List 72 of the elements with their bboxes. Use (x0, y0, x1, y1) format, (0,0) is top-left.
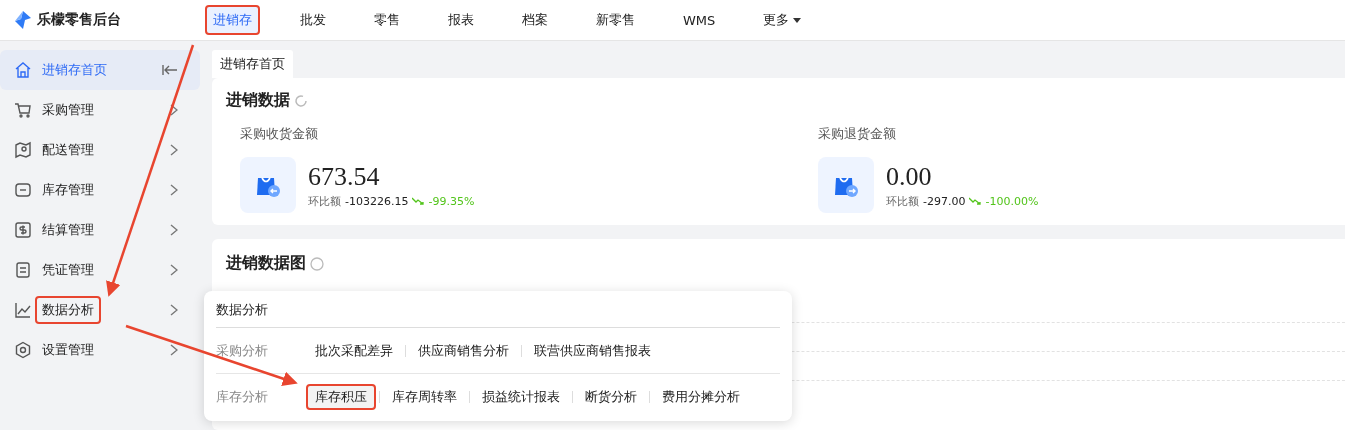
collapse-icon[interactable] (162, 63, 178, 77)
bag-return-icon (818, 157, 874, 213)
logo-icon (15, 11, 31, 29)
chevron-icon (170, 344, 178, 356)
help-icon (310, 256, 324, 271)
chevron-icon (170, 104, 178, 116)
chevron-icon (170, 184, 178, 196)
popup-title: 数据分析 (216, 291, 780, 328)
compare-label: 环比额 (308, 193, 341, 209)
menu-link[interactable]: 库存积压 (306, 383, 376, 410)
nav-tab[interactable]: 零售 (366, 5, 408, 35)
nav-tab[interactable]: 批发 (292, 5, 334, 35)
change-percent: -100.00% (985, 194, 1039, 208)
sidebar-item[interactable]: 凭证管理 (0, 250, 200, 290)
menu-link[interactable]: 联营供应商销售报表 (525, 337, 660, 364)
menu-link[interactable]: 批次采配差异 (306, 337, 402, 364)
sidebar-label: 凭证管理 (42, 261, 95, 279)
chart-icon (14, 301, 32, 319)
trend-down-icon (969, 197, 982, 205)
group-label: 采购分析 (216, 341, 269, 360)
nav-tab[interactable]: 档案 (514, 5, 556, 35)
menu-link[interactable]: 供应商销售分析 (409, 337, 518, 364)
menu-link[interactable]: 库存周转率 (383, 383, 466, 410)
section-title: 进销数据图 (226, 253, 306, 274)
sidebar-item[interactable]: 数据分析 (0, 290, 200, 330)
chevron-icon (170, 224, 178, 236)
group-label: 库存分析 (216, 387, 269, 406)
sidebar-item[interactable]: 库存管理 (0, 170, 200, 210)
sidebar-label: 库存管理 (42, 181, 95, 199)
sidebar-label: 采购管理 (42, 101, 95, 119)
cart-icon (14, 101, 32, 119)
sidebar-label: 进销存首页 (42, 61, 108, 79)
nav-tab[interactable]: 报表 (440, 5, 482, 35)
caret-icon (793, 17, 802, 23)
trend-down-icon (412, 197, 425, 205)
metric-value: 0.00 (886, 161, 933, 192)
sidebar-item[interactable]: 配送管理 (0, 130, 200, 170)
sidebar-label: 配送管理 (42, 141, 95, 159)
document-icon (14, 261, 32, 279)
nav-tab[interactable]: 更多 (755, 5, 810, 35)
section-title: 进销数据 (226, 90, 290, 111)
nav-tab[interactable]: 新零售 (588, 5, 643, 35)
box-icon (14, 181, 32, 199)
nav-tab[interactable]: WMS (675, 6, 724, 34)
compare-label: 环比额 (886, 193, 919, 209)
page-tab[interactable]: 进销存首页 (212, 50, 293, 78)
map-icon (14, 141, 32, 159)
sidebar-item[interactable]: 进销存首页 (0, 50, 200, 90)
dollar-icon (14, 221, 32, 239)
bag-receive-icon (240, 157, 296, 213)
sidebar-item[interactable]: 设置管理 (0, 330, 200, 370)
chevron-icon (170, 304, 178, 316)
menu-link[interactable]: 断货分析 (576, 383, 646, 410)
menu-link[interactable]: 损益统计报表 (473, 383, 569, 410)
sidebar-item[interactable]: 结算管理 (0, 210, 200, 250)
compare-value: -297.00 (923, 194, 966, 208)
sidebar-item[interactable]: 采购管理 (0, 90, 200, 130)
sidebar-label: 数据分析 (35, 296, 101, 324)
chevron-icon (170, 264, 178, 276)
home-icon (14, 61, 32, 79)
compare-value: -103226.15 (345, 194, 409, 208)
chevron-icon (170, 144, 178, 156)
sidebar-label: 设置管理 (42, 341, 95, 359)
metric-label: 采购收货金额 (240, 125, 319, 143)
metric-value: 673.54 (308, 161, 381, 192)
metric-label: 采购退货金额 (818, 125, 897, 143)
change-percent: -99.35% (428, 194, 475, 208)
app-title: 乐檬零售后台 (37, 11, 121, 29)
sidebar-label: 结算管理 (42, 221, 95, 239)
menu-link[interactable]: 费用分摊分析 (653, 383, 749, 410)
settings-icon (14, 341, 32, 359)
nav-tab[interactable]: 进销存 (205, 5, 260, 35)
